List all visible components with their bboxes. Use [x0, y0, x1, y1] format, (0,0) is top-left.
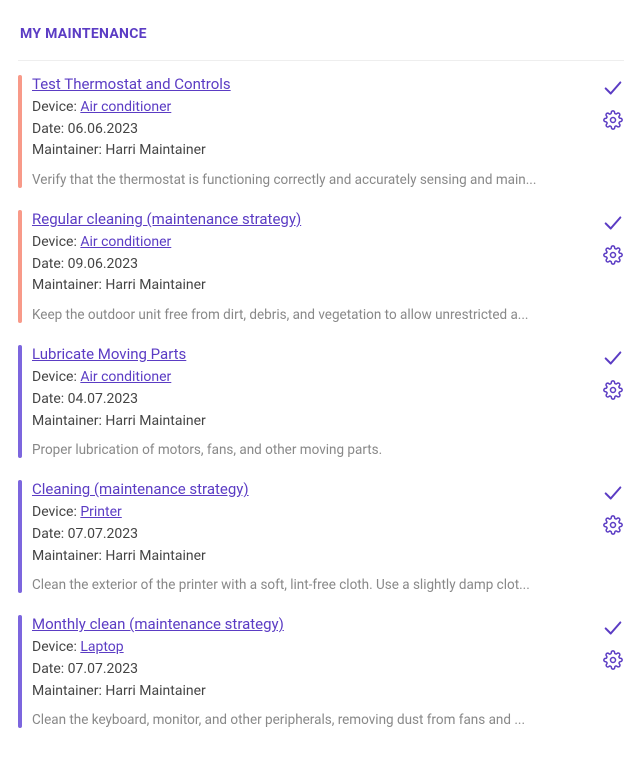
- task-content: Test Thermostat and Controls Device: Air …: [32, 75, 594, 188]
- settings-button[interactable]: [602, 244, 624, 266]
- settings-button[interactable]: [602, 649, 624, 671]
- task-note: Proper lubrication of motors, fans, and …: [32, 442, 587, 458]
- maintainer-value: Harri Maintainer: [105, 413, 205, 429]
- task-item: Monthly clean (maintenance strategy) Devi…: [18, 615, 624, 728]
- date-label: Date:: [32, 661, 68, 677]
- task-title-link[interactable]: Lubricate Moving Parts: [32, 345, 186, 363]
- maintainer-line: Maintainer: Harri Maintainer: [32, 411, 594, 433]
- task-title-link[interactable]: Regular cleaning (maintenance strategy): [32, 210, 301, 228]
- settings-button[interactable]: [602, 514, 624, 536]
- task-title-link[interactable]: Cleaning (maintenance strategy): [32, 480, 249, 498]
- device-line: Device: Air conditioner: [32, 232, 594, 254]
- device-link[interactable]: Printer: [80, 504, 121, 520]
- date-line: Date: 07.07.2023: [32, 524, 594, 546]
- date-label: Date:: [32, 121, 68, 137]
- maintainer-label: Maintainer:: [32, 413, 105, 429]
- gear-icon: [603, 650, 623, 670]
- complete-button[interactable]: [602, 347, 624, 369]
- device-line: Device: Air conditioner: [32, 367, 594, 389]
- accent-bar: [18, 480, 22, 593]
- maintainer-label: Maintainer:: [32, 548, 105, 564]
- device-line: Device: Air conditioner: [32, 97, 594, 119]
- date-line: Date: 09.06.2023: [32, 254, 594, 276]
- gear-icon: [603, 110, 623, 130]
- task-actions: [602, 480, 624, 593]
- gear-icon: [603, 245, 623, 265]
- maintainer-line: Maintainer: Harri Maintainer: [32, 275, 594, 297]
- date-value: 06.06.2023: [68, 121, 138, 137]
- accent-bar: [18, 345, 22, 458]
- maintainer-value: Harri Maintainer: [105, 142, 205, 158]
- maintainer-value: Harri Maintainer: [105, 683, 205, 699]
- maintainer-line: Maintainer: Harri Maintainer: [32, 681, 594, 703]
- device-label: Device:: [32, 369, 80, 385]
- divider: [18, 60, 624, 61]
- check-icon: [602, 212, 624, 234]
- check-icon: [602, 347, 624, 369]
- task-actions: [602, 615, 624, 728]
- task-item: Cleaning (maintenance strategy) Device: P…: [18, 480, 624, 593]
- device-link[interactable]: Air conditioner: [80, 99, 171, 115]
- accent-bar: [18, 75, 22, 188]
- date-line: Date: 04.07.2023: [32, 389, 594, 411]
- check-icon: [602, 482, 624, 504]
- maintainer-line: Maintainer: Harri Maintainer: [32, 546, 594, 568]
- task-content: Cleaning (maintenance strategy) Device: P…: [32, 480, 594, 593]
- maintainer-value: Harri Maintainer: [105, 548, 205, 564]
- complete-button[interactable]: [602, 212, 624, 234]
- device-line: Device: Printer: [32, 502, 594, 524]
- device-link[interactable]: Air conditioner: [80, 234, 171, 250]
- device-link[interactable]: Air conditioner: [80, 369, 171, 385]
- task-content: Monthly clean (maintenance strategy) Devi…: [32, 615, 594, 728]
- settings-button[interactable]: [602, 379, 624, 401]
- task-content: Lubricate Moving Parts Device: Air condit…: [32, 345, 594, 458]
- device-label: Device:: [32, 234, 80, 250]
- maintenance-panel: MY MAINTENANCE Test Thermostat and Contr…: [0, 0, 642, 758]
- date-value: 04.07.2023: [68, 391, 138, 407]
- task-actions: [602, 210, 624, 323]
- task-note: Clean the exterior of the printer with a…: [32, 577, 587, 593]
- panel-title: MY MAINTENANCE: [20, 26, 624, 42]
- accent-bar: [18, 615, 22, 728]
- complete-button[interactable]: [602, 482, 624, 504]
- gear-icon: [603, 380, 623, 400]
- maintainer-value: Harri Maintainer: [105, 277, 205, 293]
- maintainer-label: Maintainer:: [32, 683, 105, 699]
- date-value: 07.07.2023: [68, 526, 138, 542]
- check-icon: [602, 77, 624, 99]
- task-title-link[interactable]: Test Thermostat and Controls: [32, 75, 231, 93]
- maintainer-label: Maintainer:: [32, 277, 105, 293]
- task-item: Test Thermostat and Controls Device: Air …: [18, 75, 624, 188]
- task-item: Regular cleaning (maintenance strategy) D…: [18, 210, 624, 323]
- task-note: Verify that the thermostat is functionin…: [32, 172, 587, 188]
- task-item: Lubricate Moving Parts Device: Air condit…: [18, 345, 624, 458]
- device-line: Device: Laptop: [32, 637, 594, 659]
- task-note: Clean the keyboard, monitor, and other p…: [32, 712, 587, 728]
- date-label: Date:: [32, 526, 68, 542]
- task-actions: [602, 75, 624, 188]
- check-icon: [602, 617, 624, 639]
- task-list: Test Thermostat and Controls Device: Air …: [18, 75, 624, 728]
- accent-bar: [18, 210, 22, 323]
- device-link[interactable]: Laptop: [80, 639, 123, 655]
- complete-button[interactable]: [602, 617, 624, 639]
- gear-icon: [603, 515, 623, 535]
- date-line: Date: 06.06.2023: [32, 119, 594, 141]
- complete-button[interactable]: [602, 77, 624, 99]
- task-title-link[interactable]: Monthly clean (maintenance strategy): [32, 615, 284, 633]
- date-label: Date:: [32, 391, 68, 407]
- settings-button[interactable]: [602, 109, 624, 131]
- date-line: Date: 07.07.2023: [32, 659, 594, 681]
- date-value: 09.06.2023: [68, 256, 138, 272]
- maintainer-line: Maintainer: Harri Maintainer: [32, 140, 594, 162]
- task-actions: [602, 345, 624, 458]
- date-value: 07.07.2023: [68, 661, 138, 677]
- task-content: Regular cleaning (maintenance strategy) D…: [32, 210, 594, 323]
- date-label: Date:: [32, 256, 68, 272]
- device-label: Device:: [32, 639, 80, 655]
- maintainer-label: Maintainer:: [32, 142, 105, 158]
- device-label: Device:: [32, 504, 80, 520]
- task-note: Keep the outdoor unit free from dirt, de…: [32, 307, 587, 323]
- device-label: Device:: [32, 99, 80, 115]
